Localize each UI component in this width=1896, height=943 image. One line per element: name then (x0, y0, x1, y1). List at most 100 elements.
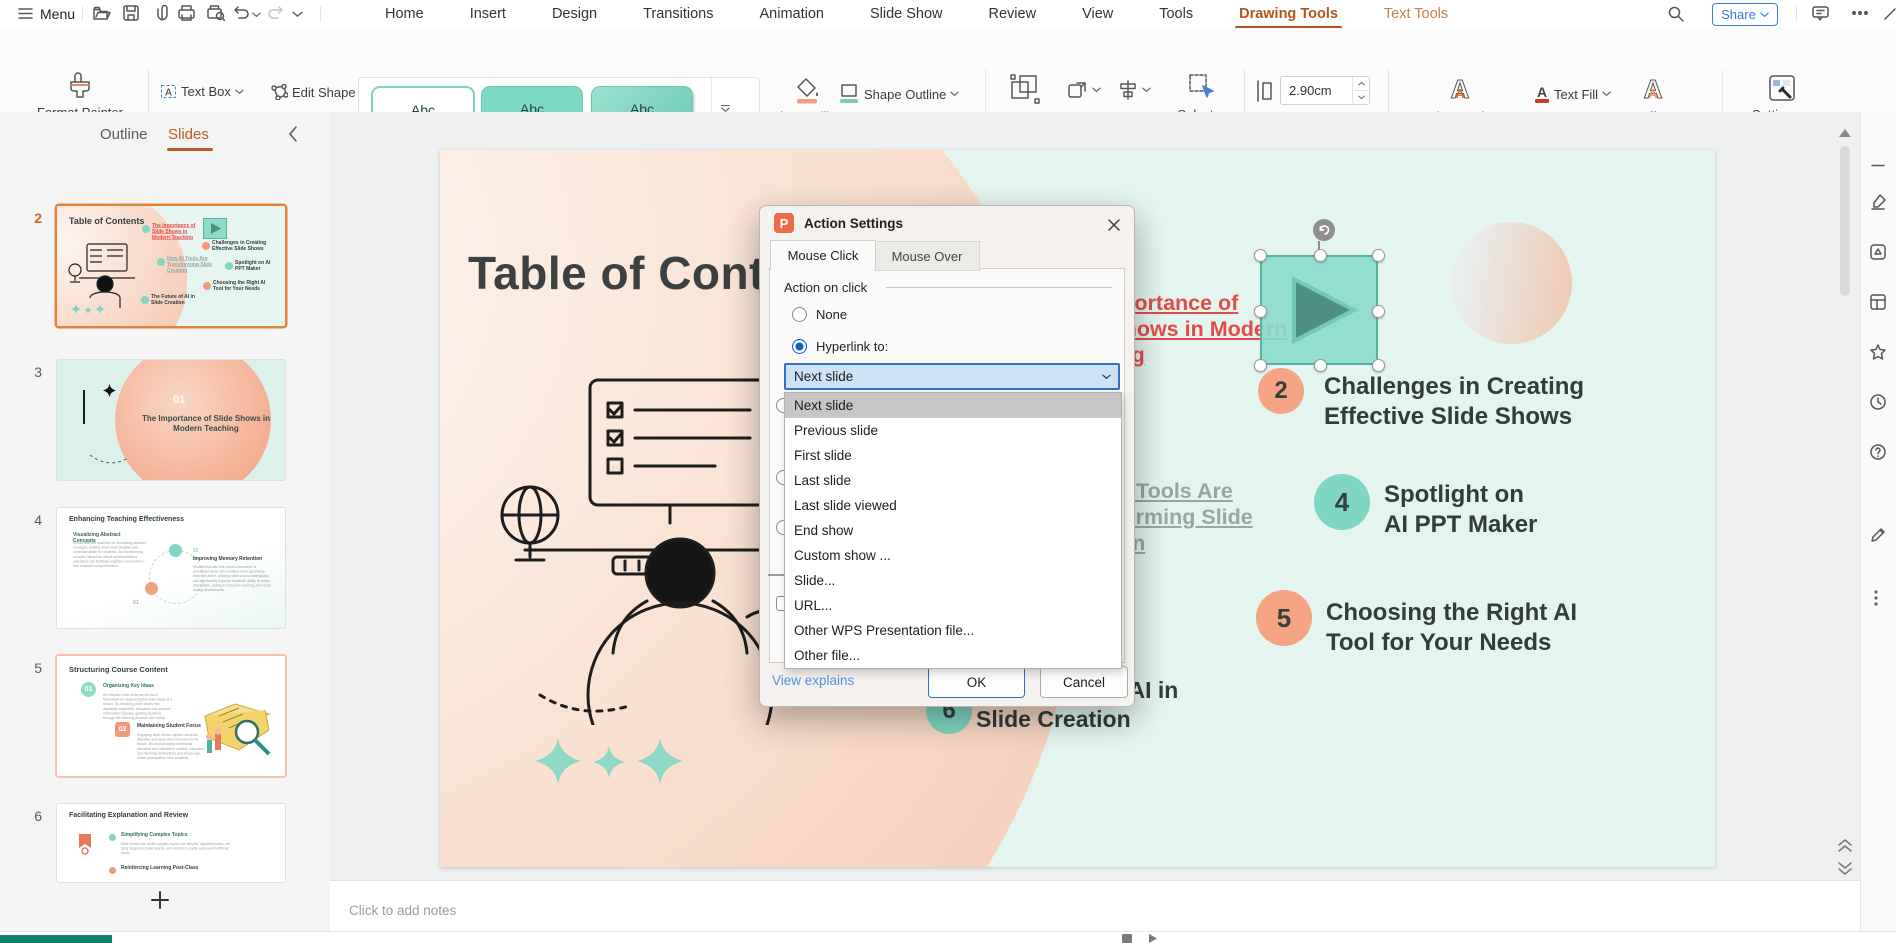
hamburger-menu-icon[interactable] (18, 7, 33, 20)
align-button[interactable] (1118, 80, 1151, 100)
share-button[interactable]: Share (1712, 3, 1778, 26)
height-increase-button[interactable] (1353, 77, 1369, 90)
toc-item-2[interactable]: Challenges in Creating Effective Slide S… (1324, 372, 1584, 432)
shape-height-input[interactable] (1281, 82, 1349, 99)
list-option-last-slide[interactable]: Last slide (785, 468, 1121, 493)
more-options-icon[interactable] (1852, 11, 1868, 15)
tab-mouse-click[interactable]: Mouse Click (770, 240, 876, 270)
edit-pencil-icon[interactable] (1870, 527, 1886, 543)
bring-forward-button[interactable] (1068, 80, 1101, 100)
collapse-panel-icon[interactable] (288, 126, 298, 142)
ok-button[interactable]: OK (928, 666, 1025, 698)
slide-thumbnail-5[interactable]: Structuring Course Content 01 Organizing… (57, 656, 285, 776)
resize-handle-n[interactable] (1314, 249, 1327, 262)
resize-handle-se[interactable] (1372, 359, 1385, 372)
undo-dropdown-icon[interactable] (252, 12, 261, 18)
help-icon[interactable] (1870, 444, 1886, 460)
rotate-handle[interactable] (1313, 219, 1335, 241)
action-settings-dialog[interactable]: P Action Settings Mouse Click Mouse Over… (759, 205, 1135, 707)
tab-transitions[interactable]: Transitions (643, 6, 713, 22)
toc-item-5[interactable]: Choosing the Right AI Tool for Your Need… (1326, 598, 1577, 658)
scrollbar-thumb[interactable] (1840, 146, 1850, 296)
toc-number-5[interactable]: 5 (1256, 590, 1312, 646)
list-option-previous-slide[interactable]: Previous slide (785, 418, 1121, 443)
previous-slide-button[interactable] (1837, 838, 1853, 852)
print-icon[interactable] (178, 5, 195, 21)
toc-item-4[interactable]: Spotlight on AI PPT Maker (1384, 480, 1537, 540)
layout-icon[interactable] (1870, 294, 1886, 310)
slide-thumbnail-3[interactable]: 01 The Importance of Slide Shows in Mode… (57, 360, 285, 480)
close-icon[interactable] (1104, 215, 1124, 235)
search-icon[interactable] (1668, 6, 1684, 22)
list-option-custom-show[interactable]: Custom show ... (785, 543, 1121, 568)
radio-hyperlink-label[interactable]: Hyperlink to: (816, 339, 888, 354)
radio-hyperlink[interactable] (792, 339, 807, 354)
tab-view[interactable]: View (1082, 6, 1113, 22)
list-option-next-slide[interactable]: Next slide (785, 393, 1121, 418)
print-preview-icon[interactable] (207, 5, 225, 21)
toc-number-4[interactable]: 4 (1314, 474, 1370, 530)
cancel-button[interactable]: Cancel (1040, 666, 1128, 698)
shape-outline-button[interactable]: Shape Outline (838, 84, 959, 104)
play-shape-body[interactable] (1260, 255, 1378, 365)
design-styles-icon[interactable] (1870, 244, 1886, 260)
play-button-shape-selected[interactable] (1260, 255, 1378, 365)
quick-access-more-icon[interactable] (292, 11, 303, 18)
list-option-slide[interactable]: Slide... (785, 568, 1121, 593)
tab-insert[interactable]: Insert (470, 6, 506, 22)
tab-home[interactable]: Home (385, 6, 424, 22)
tab-drawing-tools[interactable]: Drawing Tools (1239, 6, 1338, 22)
tab-outline[interactable]: Outline (100, 126, 148, 143)
slide-thumbnail-6[interactable]: Facilitating Explanation and Review Simp… (57, 804, 285, 882)
hyperlink-target-combobox[interactable]: Next slide (784, 363, 1120, 390)
save-icon[interactable] (123, 5, 139, 21)
tab-slide-show[interactable]: Slide Show (870, 6, 943, 22)
slide-thumbnail-4[interactable]: Enhancing Teaching Effectiveness Visuali… (57, 508, 285, 628)
collapse-ribbon-icon[interactable] (1884, 8, 1896, 20)
list-option-first-slide[interactable]: First slide (785, 443, 1121, 468)
history-icon[interactable] (1870, 394, 1886, 410)
tab-text-tools[interactable]: Text Tools (1384, 6, 1448, 22)
pin-icon[interactable] (155, 5, 169, 21)
tab-tools[interactable]: Tools (1159, 6, 1193, 22)
list-option-last-slide-viewed[interactable]: Last slide viewed (785, 493, 1121, 518)
effects-star-icon[interactable] (1870, 344, 1886, 360)
list-option-other-file[interactable]: Other file... (785, 643, 1121, 668)
tab-review[interactable]: Review (989, 6, 1037, 22)
resize-handle-nw[interactable] (1254, 249, 1267, 262)
comment-icon[interactable] (1812, 6, 1829, 21)
add-slide-button[interactable] (150, 890, 170, 910)
edit-shape-button[interactable]: Edit Shape (270, 84, 369, 100)
radio-none-label[interactable]: None (816, 307, 847, 322)
redo-icon[interactable] (268, 6, 284, 19)
more-tools-icon[interactable] (1874, 590, 1878, 606)
slide-thumbnail-2[interactable]: Table of Contents The Importance of Slid… (57, 206, 285, 326)
scroll-up-button[interactable] (1838, 128, 1852, 138)
list-option-other-wps-file[interactable]: Other WPS Presentation file... (785, 618, 1121, 643)
resize-handle-w[interactable] (1254, 305, 1267, 318)
text-box-button[interactable]: A Text Box (160, 84, 244, 99)
notes-area[interactable]: Click to add notes (330, 880, 1860, 932)
view-explains-link[interactable]: View explains (772, 673, 854, 688)
resize-handle-s[interactable] (1314, 359, 1327, 372)
tab-design[interactable]: Design (552, 6, 597, 22)
list-option-end-show[interactable]: End show (785, 518, 1121, 543)
radio-none[interactable] (792, 307, 807, 322)
toc-number-2[interactable]: 2 (1258, 368, 1304, 414)
list-option-url[interactable]: URL... (785, 593, 1121, 618)
next-slide-button[interactable] (1837, 862, 1853, 876)
tab-slides[interactable]: Slides (168, 126, 209, 143)
tab-mouse-over[interactable]: Mouse Over (874, 241, 980, 271)
resize-handle-ne[interactable] (1372, 249, 1385, 262)
resize-handle-e[interactable] (1372, 305, 1385, 318)
height-decrease-button[interactable] (1353, 90, 1369, 104)
open-file-icon[interactable] (93, 6, 111, 21)
notes-placeholder[interactable]: Click to add notes (349, 903, 456, 918)
shape-height-field[interactable] (1280, 76, 1370, 105)
tab-animation[interactable]: Animation (759, 6, 823, 22)
resize-handle-sw[interactable] (1254, 359, 1267, 372)
collapse-sidebar-icon[interactable] (1871, 164, 1885, 167)
menu-label[interactable]: Menu (40, 6, 75, 22)
format-brush-icon[interactable] (1870, 194, 1886, 210)
undo-icon[interactable] (233, 6, 249, 19)
